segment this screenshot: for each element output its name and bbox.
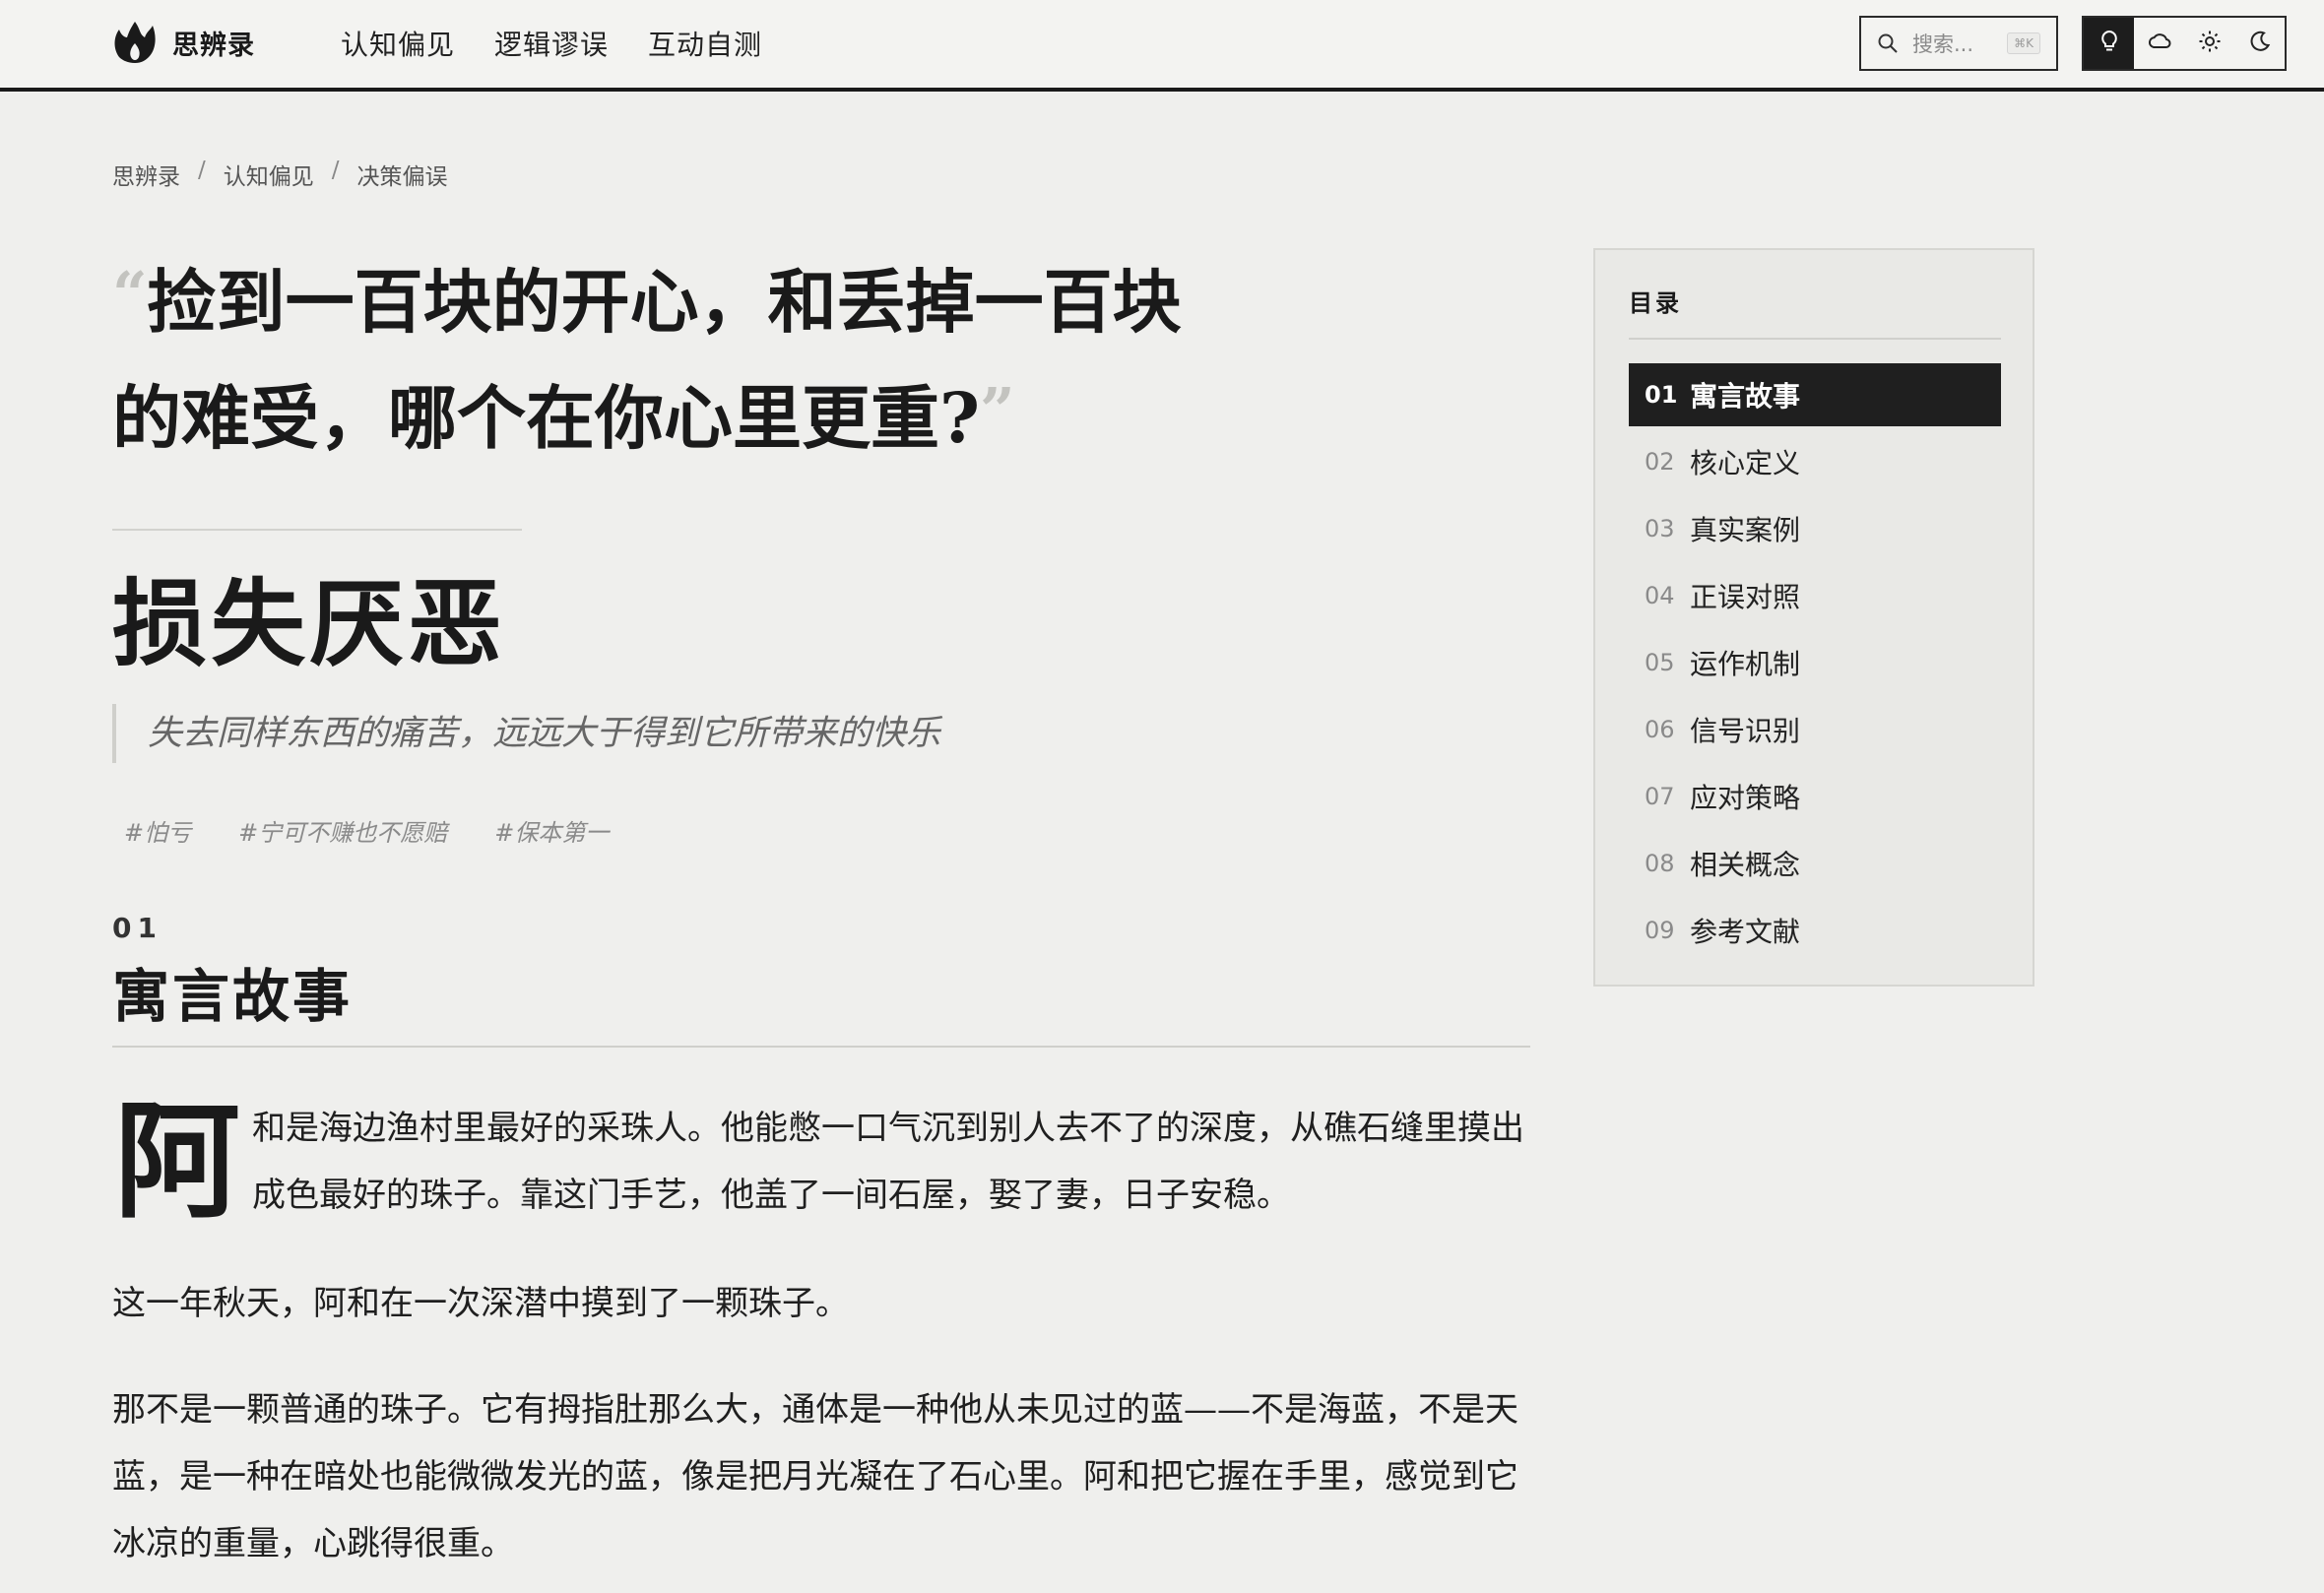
toc-item-number: 05	[1645, 649, 1675, 676]
moon-icon	[2249, 31, 2271, 56]
breadcrumb-item-cognitive-bias[interactable]: 认知偏见	[224, 158, 314, 191]
toc-item-mechanism[interactable]: 05 运作机制	[1629, 631, 2001, 694]
tag-list: #怕亏 #宁可不赚也不愿赔 #保本第一	[124, 813, 609, 848]
toc-item-label: 正误对照	[1690, 581, 1801, 613]
toc-item-number: 04	[1645, 582, 1675, 609]
toc-item-number: 03	[1645, 515, 1675, 542]
toc-item-label: 信号识别	[1690, 715, 1801, 747]
search-icon	[1877, 32, 1899, 54]
toc-item-number: 06	[1645, 716, 1675, 743]
search-placeholder: 搜索...	[1912, 32, 1974, 56]
section-number: 01	[112, 912, 162, 944]
toc-item-number: 07	[1645, 783, 1675, 810]
page-title: 损失厌恶	[112, 568, 506, 679]
toc-item-label: 应对策略	[1690, 782, 1801, 814]
toc-item-strategies[interactable]: 07 应对策略	[1629, 765, 2001, 828]
toc-item-number: 09	[1645, 917, 1675, 944]
toc-item-cases[interactable]: 03 真实案例	[1629, 497, 2001, 560]
toc-item-label: 核心定义	[1690, 447, 1801, 479]
tag-item[interactable]: #保本第一	[494, 813, 609, 848]
story-paragraph: 这一年秋天，阿和在一次深潜中摸到了一颗珠子。	[112, 1284, 849, 1323]
theme-moon-button[interactable]	[2234, 18, 2285, 69]
toc-item-fable[interactable]: 01 寓言故事	[1629, 363, 2001, 426]
toc-item-related[interactable]: 08 相关概念	[1629, 832, 2001, 895]
toc-item-number: 08	[1645, 850, 1675, 877]
search-shortcut: ⌘K	[2007, 32, 2040, 54]
close-quote-mark: ”	[980, 374, 1015, 446]
brand[interactable]: 思辨录	[111, 18, 255, 67]
breadcrumb-item-decision-bias[interactable]: 决策偏误	[357, 158, 448, 191]
lightbulb-icon	[2098, 29, 2120, 58]
toc-item-label: 真实案例	[1690, 514, 1801, 546]
table-of-contents: 目录 01 寓言故事 02 核心定义 03 真实案例 04 正误对照 05 运作…	[1593, 248, 2034, 987]
hero-divider	[112, 529, 522, 531]
top-bar: 思辨录 认知偏见 逻辑谬误 互动自测 搜索... ⌘K	[0, 0, 2324, 92]
cloud-icon	[2147, 31, 2172, 56]
toc-item-label: 相关概念	[1690, 849, 1801, 881]
nav-link-logical-fallacy[interactable]: 逻辑谬误	[494, 24, 609, 63]
toc-item-label: 寓言故事	[1690, 380, 1801, 413]
toc-item-signals[interactable]: 06 信号识别	[1629, 698, 2001, 761]
toc-list: 01 寓言故事 02 核心定义 03 真实案例 04 正误对照 05 运作机制 …	[1629, 363, 2001, 962]
toc-item-number: 01	[1645, 381, 1678, 409]
toc-title: 目录	[1629, 289, 1682, 317]
hero-question-text: 捡到一百块的开心，和丢掉一百块的难受，哪个在你心里更重?	[112, 261, 1182, 459]
flame-logo-icon	[111, 20, 159, 65]
hero-question: “捡到一百块的开心，和丢掉一百块的难受，哪个在你心里更重?”	[112, 244, 1215, 477]
main-nav: 认知偏见 逻辑谬误 互动自测	[341, 24, 762, 63]
brand-name: 思辨录	[172, 30, 255, 61]
theme-sun-button[interactable]	[2184, 18, 2234, 69]
toc-item-comparison[interactable]: 04 正误对照	[1629, 564, 2001, 627]
breadcrumb-separator: /	[331, 158, 340, 183]
toc-item-definition[interactable]: 02 核心定义	[1629, 430, 2001, 493]
page-subtitle: 失去同样东西的痛苦，远远大于得到它所带来的快乐	[112, 704, 940, 763]
toc-item-references[interactable]: 09 参考文献	[1629, 899, 2001, 962]
sun-icon	[2198, 30, 2222, 57]
tag-item[interactable]: #宁可不赚也不愿赔	[238, 813, 447, 848]
theme-switcher	[2082, 16, 2287, 71]
toc-item-number: 02	[1645, 448, 1675, 476]
nav-link-cognitive-bias[interactable]: 认知偏见	[341, 24, 455, 63]
toc-item-label: 参考文献	[1690, 916, 1801, 948]
story-paragraph: 那不是一颗普通的珠子。它有拇指肚那么大，通体是一种他从未见过的蓝——不是海蓝，不…	[112, 1390, 1518, 1563]
toc-divider	[1629, 338, 2001, 340]
breadcrumb-separator: /	[198, 158, 206, 183]
story-paragraph: 和是海边渔村里最好的采珠人。他能憋一口气沉到别人去不了的深度，从礁石缝里摸出成色…	[252, 1109, 1524, 1215]
open-quote-mark: “	[112, 258, 148, 330]
toc-item-label: 运作机制	[1690, 648, 1801, 680]
theme-lightbulb-button[interactable]	[2084, 18, 2134, 69]
breadcrumb-item-home[interactable]: 思辨录	[112, 158, 180, 191]
drop-cap: 阿	[114, 1088, 241, 1236]
section-title: 寓言故事	[112, 963, 354, 1030]
tag-item[interactable]: #怕亏	[124, 813, 191, 848]
theme-cloud-button[interactable]	[2134, 18, 2184, 69]
breadcrumb: 思辨录 / 认知偏见 / 决策偏误	[112, 158, 448, 191]
search-box[interactable]: 搜索... ⌘K	[1859, 16, 2058, 71]
nav-link-self-test[interactable]: 互动自测	[648, 24, 762, 63]
section-divider	[112, 1046, 1530, 1048]
